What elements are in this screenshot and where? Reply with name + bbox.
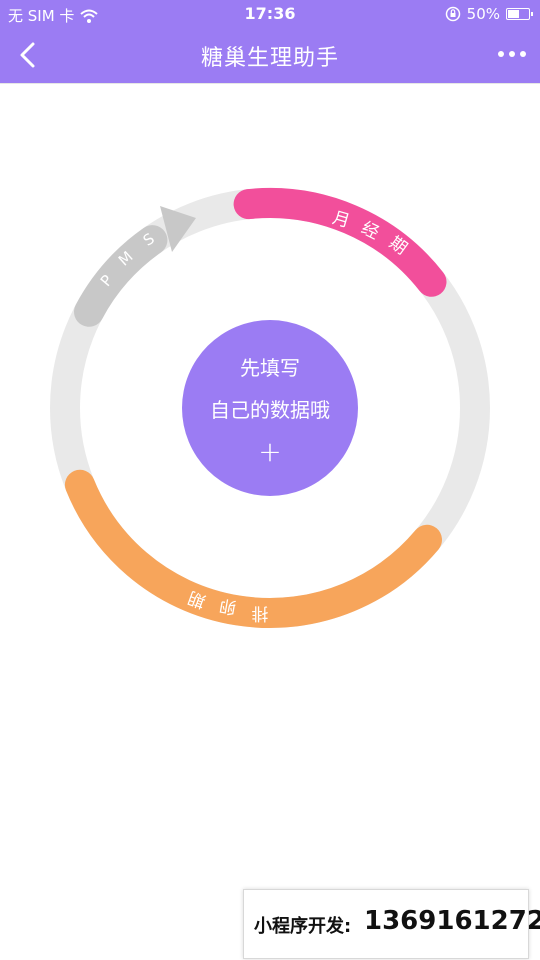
battery-fill	[508, 10, 519, 18]
page-title: 糖巢生理助手	[200, 46, 339, 71]
ovulation-label-char: 卵	[218, 595, 238, 618]
ovulation-segment[interactable]	[64, 469, 442, 628]
fill-data-button[interactable]: 先填写 自己的数据哦 +	[182, 320, 358, 496]
center-line-2: 自己的数据哦	[210, 398, 330, 422]
orientation-lock-icon	[445, 6, 460, 22]
developer-label: 小程序开发:	[254, 916, 352, 937]
plus-icon: +	[258, 435, 282, 468]
nav-divider	[0, 83, 540, 84]
status-bar: 无 SIM 卡 17:36 50%	[0, 0, 540, 28]
battery-icon	[506, 8, 533, 20]
dot	[498, 51, 504, 57]
status-right: 50%	[445, 5, 533, 23]
center-line-1: 先填写	[240, 356, 300, 380]
battery-percent: 50%	[466, 5, 500, 23]
developer-contact-banner: 小程序开发: 13691612727	[243, 889, 540, 959]
ovulation-label-char: 排	[252, 603, 269, 623]
developer-phone: 13691612727	[364, 906, 540, 936]
more-dots-icon[interactable]	[496, 46, 528, 62]
nav-bar: 糖巢生理助手	[0, 28, 540, 83]
dot	[520, 51, 526, 57]
dot	[509, 51, 515, 57]
